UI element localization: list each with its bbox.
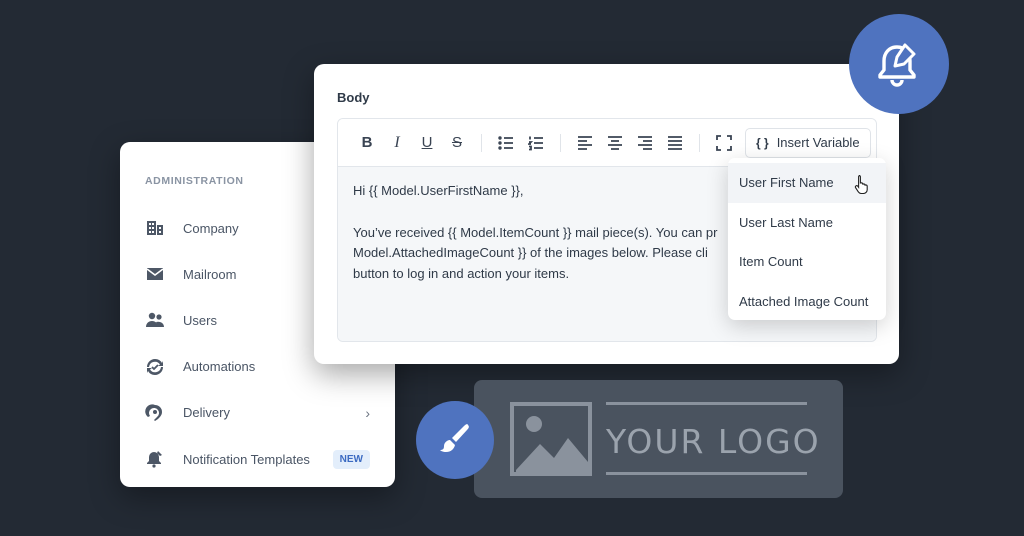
braces-icon: { } (756, 135, 769, 150)
dropdown-item-label: User First Name (739, 175, 834, 191)
align-center-button[interactable] (600, 128, 630, 158)
sidebar-item-label: Company (183, 220, 239, 236)
italic-button[interactable]: I (382, 128, 412, 158)
toolbar-divider (560, 133, 561, 152)
image-placeholder-icon (510, 402, 592, 476)
align-left-button[interactable] (570, 128, 600, 158)
dropdown-item-label: User Last Name (739, 214, 833, 230)
toolbar-divider (699, 133, 700, 152)
dropdown-item-item-count[interactable]: Item Count (728, 242, 886, 282)
sidebar-item-delivery[interactable]: Delivery › (145, 390, 370, 436)
insert-variable-label: Insert Variable (776, 135, 860, 150)
bold-button[interactable]: B (352, 128, 382, 158)
dropdown-item-user-last-name[interactable]: User Last Name (728, 203, 886, 243)
strikethrough-button[interactable]: S (442, 128, 472, 158)
sidebar-item-label: Mailroom (183, 266, 237, 282)
align-center-icon (608, 135, 622, 150)
underline-button[interactable]: U (412, 128, 442, 158)
editor-title: Body (337, 90, 370, 105)
logo-top-line (606, 402, 807, 405)
sidebar-item-notification-templates[interactable]: Notification Templates NEW (145, 436, 370, 482)
toolbar-divider (481, 133, 482, 152)
envelope-icon (146, 268, 164, 281)
sidebar-item-label: Notification Templates (183, 451, 310, 467)
fullscreen-icon (716, 134, 732, 151)
bell-edit-icon (147, 451, 162, 468)
branding-brush-badge (416, 401, 494, 479)
new-badge: NEW (332, 449, 370, 469)
paintbrush-icon (440, 424, 469, 452)
insert-variable-button[interactable]: { } Insert Variable (745, 127, 871, 158)
sidebar-item-label: Automations (183, 359, 256, 375)
bullet-list-icon (498, 135, 513, 150)
strikethrough-icon: S (451, 134, 462, 151)
sidebar-item-label: Users (183, 312, 217, 328)
numbered-list-icon (528, 136, 543, 150)
numbered-list-button[interactable] (521, 128, 551, 158)
dropdown-item-label: Attached Image Count (739, 293, 869, 309)
italic-icon: I (394, 133, 400, 151)
bullet-list-button[interactable] (491, 128, 521, 158)
refresh-check-icon (147, 358, 163, 375)
align-left-icon (578, 135, 592, 150)
building-icon (147, 221, 163, 236)
delivery-pin-icon (145, 404, 162, 421)
align-justify-icon (668, 135, 682, 150)
align-justify-button[interactable] (660, 128, 690, 158)
logo-placeholder-text: YOUR LOGO (606, 422, 821, 461)
fullscreen-button[interactable] (709, 128, 739, 158)
bell-edit-icon (878, 43, 916, 87)
logo-placeholder: YOUR LOGO (474, 380, 843, 498)
users-icon (146, 313, 164, 328)
dropdown-item-attached-image-count[interactable]: Attached Image Count (728, 282, 886, 322)
dropdown-item-label: Item Count (739, 254, 803, 270)
hand-cursor-icon (854, 174, 868, 194)
align-right-icon (638, 135, 652, 150)
insert-variable-dropdown: User First Name User Last Name Item Coun… (728, 158, 886, 320)
notification-bell-badge (849, 14, 949, 114)
bold-icon: B (361, 134, 373, 151)
align-right-button[interactable] (630, 128, 660, 158)
underline-icon: U (421, 134, 433, 151)
logo-bottom-line (606, 472, 807, 475)
sidebar-item-label: Delivery (183, 405, 230, 421)
chevron-right-icon: › (365, 404, 370, 421)
dropdown-item-user-first-name[interactable]: User First Name (728, 163, 886, 203)
